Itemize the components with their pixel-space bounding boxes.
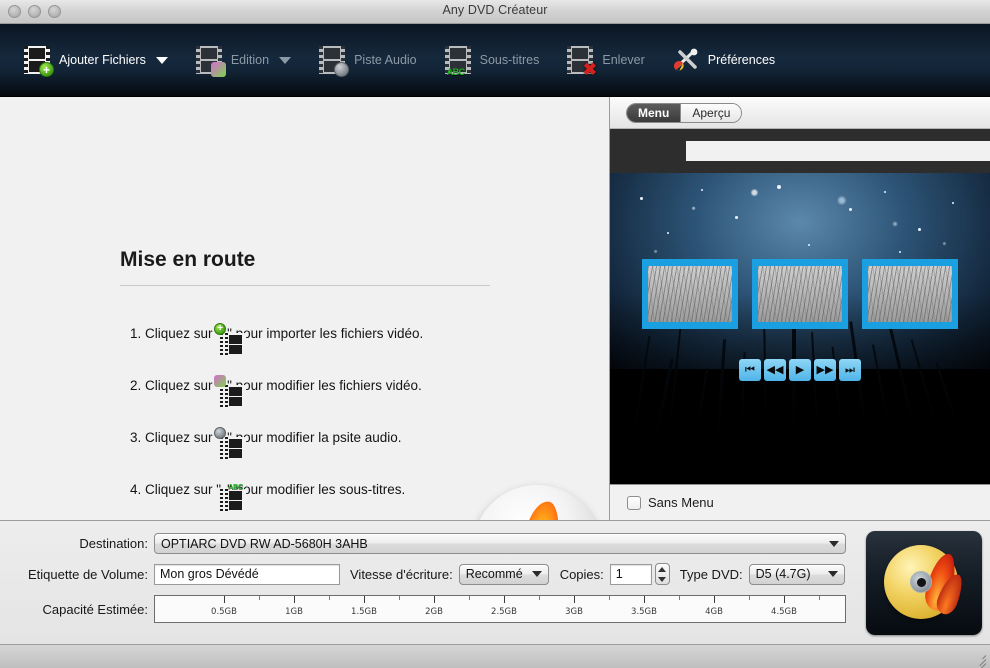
film-strip-abc-icon: ABC xyxy=(443,45,473,77)
list-item: 1. Cliquez sur " + " pour importer les f… xyxy=(130,307,550,359)
dvd-type-value: D5 (4.7G) xyxy=(755,567,811,581)
toolbar-label-remove: Enlever xyxy=(602,53,645,67)
step-text-before: Cliquez sur " xyxy=(145,377,222,393)
copies-label: Copies: xyxy=(559,566,604,582)
capacity-tick-label: 1.5GB xyxy=(351,607,377,617)
main-content: Mise en route 1. Cliquez sur " + " pour … xyxy=(0,97,990,520)
chevron-down-icon-speed xyxy=(531,571,542,577)
thumbnail-item[interactable] xyxy=(862,259,958,329)
window-title: Any DVD Créateur xyxy=(442,3,548,17)
title-divider xyxy=(120,285,490,286)
player-controls: ⏮ ◀◀ ▶ ▶▶ ⏭ xyxy=(610,359,990,381)
left-arrow-icon[interactable] xyxy=(686,141,990,161)
toolbar-button-add-files[interactable]: + Ajouter Fichiers xyxy=(18,41,176,79)
step-text-after: " pour modifier les sous-titres. xyxy=(227,481,406,497)
step-number: 2. xyxy=(130,377,142,393)
copies-input[interactable]: 1 xyxy=(609,563,652,585)
thumbnail-item[interactable] xyxy=(642,259,738,329)
toolbar-button-preferences[interactable]: Préférences xyxy=(667,41,783,79)
capacity-tick-label: 2GB xyxy=(425,607,443,617)
capacity-tick-label: 2.5GB xyxy=(491,607,517,617)
step-text-after: " pour modifier les fichiers vidéo. xyxy=(227,377,422,393)
speed-value: Recommé xyxy=(465,567,523,581)
chevron-down-icon-dvd-type xyxy=(827,571,838,577)
step-number: 1. xyxy=(130,325,142,341)
volume-value: Mon gros Dévédé xyxy=(160,567,259,581)
copies-stepper[interactable] xyxy=(654,563,670,585)
toolbar-label-add-files: Ajouter Fichiers xyxy=(59,53,146,67)
step-text-after: " pour importer les fichiers vidéo. xyxy=(227,325,424,341)
step-text-after: " pour modifier la psite audio. xyxy=(227,429,402,445)
theme-navigator: Etoile xyxy=(610,129,990,173)
step-text-before: Cliquez sur " xyxy=(145,481,222,497)
wrench-screwdriver-icon xyxy=(671,45,701,75)
speed-label: Vitesse d'écriture: xyxy=(350,566,453,582)
capacity-tick-label: 1GB xyxy=(285,607,303,617)
toolbar-label-preferences: Préférences xyxy=(707,53,776,67)
capacity-tick-label: 0.5GB xyxy=(211,607,237,617)
toolbar-button-subtitles[interactable]: ABC Sous-titres xyxy=(439,41,548,79)
sans-menu-checkbox[interactable] xyxy=(627,495,641,510)
preview-tab-strip: Menu Aperçu xyxy=(610,97,990,129)
capacity-label: Capacité Estimée: xyxy=(42,601,149,617)
speed-select[interactable]: Recommé xyxy=(458,563,549,585)
film-strip-remove-icon: ✖ xyxy=(565,45,597,78)
burn-dvd-button[interactable] xyxy=(866,531,982,635)
list-item: 3. Cliquez sur " " pour modifier la psit… xyxy=(130,411,550,463)
tab-apercu[interactable]: Aperçu xyxy=(680,103,742,122)
toolbar-label-edition: Edition xyxy=(230,53,270,67)
capacity-tick-label: 3GB xyxy=(565,607,583,617)
chevron-down-icon-add-files[interactable] xyxy=(155,56,168,64)
copies-value: 1 xyxy=(615,567,623,581)
chapter-thumbnails xyxy=(610,259,990,329)
step-text-before: Cliquez sur " xyxy=(145,429,222,445)
dvd-type-select[interactable]: D5 (4.7G) xyxy=(748,563,845,585)
destination-label: Destination: xyxy=(79,536,148,551)
app-window: Any DVD Créateur + Ajouter Fichiers Edit… xyxy=(0,0,990,668)
toolbar-label-audio-track: Piste Audio xyxy=(354,53,417,67)
steps-list: 1. Cliquez sur " + " pour importer les f… xyxy=(130,307,550,520)
resize-grip-icon[interactable] xyxy=(972,651,987,668)
main-toolbar: + Ajouter Fichiers Edition Piste Audio A… xyxy=(0,24,990,97)
film-strip-speaker-icon xyxy=(317,45,350,77)
segmented-control: Menu Aperçu xyxy=(626,102,743,123)
step-text-before: Cliquez sur " xyxy=(145,325,222,341)
title-bar: Any DVD Créateur xyxy=(0,0,990,24)
step-number: 3. xyxy=(130,429,142,445)
toolbar-button-remove[interactable]: ✖ Enlever xyxy=(561,41,652,79)
fast-forward-button[interactable]: ▶▶ xyxy=(814,359,836,381)
no-menu-row: Sans Menu xyxy=(610,484,990,520)
destination-select[interactable]: OPTIARC DVD RW AD-5680H 3AHB xyxy=(154,533,846,554)
chevron-down-icon-destination xyxy=(829,540,839,547)
thumbnail-item[interactable] xyxy=(752,259,848,329)
capacity-tick-label: 3.5GB xyxy=(631,607,657,617)
volume-label: Etiquette de Volume: xyxy=(28,566,148,582)
burn-settings-panel: Destination: OPTIARC DVD RW AD-5680H 3AH… xyxy=(0,520,990,644)
chevron-down-icon-edition[interactable] xyxy=(279,56,292,64)
menu-preview-canvas[interactable]: ⏮ ◀◀ ▶ ▶▶ ⏭ xyxy=(610,173,990,484)
toolbar-button-edition[interactable]: Edition xyxy=(190,41,299,79)
tab-menu[interactable]: Menu xyxy=(627,103,681,122)
menu-preview-pane: Menu Aperçu Etoile xyxy=(610,97,990,520)
getting-started-pane: Mise en route 1. Cliquez sur " + " pour … xyxy=(0,97,610,520)
list-item: 2. Cliquez sur " " pour modifier les fic… xyxy=(130,359,550,411)
film-strip-pencil-icon xyxy=(194,45,226,77)
destination-value: OPTIARC DVD RW AD-5680H 3AHB xyxy=(161,536,368,551)
toolbar-label-subtitles: Sous-titres xyxy=(479,53,540,67)
rewind-button[interactable]: ◀◀ xyxy=(764,359,786,381)
status-bar xyxy=(0,644,990,668)
sans-menu-label: Sans Menu xyxy=(648,495,714,510)
dvd-type-label: Type DVD: xyxy=(679,566,743,582)
volume-input[interactable]: Mon gros Dévédé xyxy=(154,563,340,585)
page-title: Mise en route xyxy=(120,248,256,271)
step-number: 4. xyxy=(130,481,142,497)
toolbar-button-audio-track[interactable]: Piste Audio xyxy=(313,41,425,79)
play-button[interactable]: ▶ xyxy=(789,359,811,381)
skip-forward-button[interactable]: ⏭ xyxy=(839,359,861,381)
capacity-tick-label: 4.5GB xyxy=(771,607,797,617)
skip-back-button[interactable]: ⏮ xyxy=(739,359,761,381)
film-strip-plus-icon: + xyxy=(22,45,54,77)
capacity-gauge: 0.5GB 1GB 1.5GB 2GB 2.5GB 3GB 3.5GB 4GB … xyxy=(154,595,846,623)
capacity-tick-label: 4GB xyxy=(705,607,723,617)
